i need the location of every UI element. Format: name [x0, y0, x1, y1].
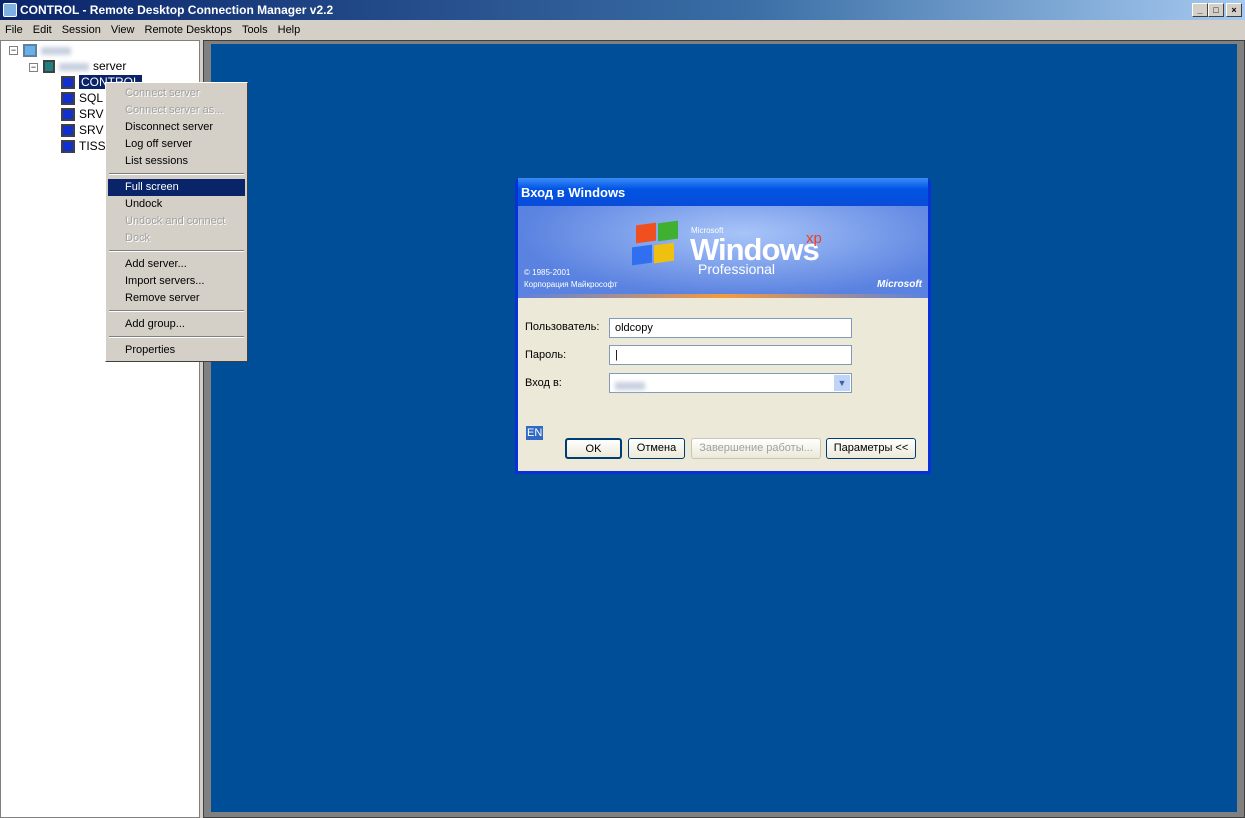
- menu-tools[interactable]: Tools: [237, 20, 273, 40]
- server-label: SQL: [79, 91, 104, 105]
- collapse-icon[interactable]: −: [9, 46, 18, 55]
- brand-edition: Professional: [698, 261, 776, 277]
- menu-remote-desktops[interactable]: Remote Desktops: [140, 20, 237, 40]
- cancel-button[interactable]: Отмена: [628, 438, 685, 459]
- server-label: TISS: [79, 139, 106, 153]
- collapse-icon[interactable]: −: [29, 63, 38, 72]
- context-item-undock-and-connect: Undock and connect: [125, 215, 226, 227]
- corporation: Корпорация Майкрософт: [524, 280, 618, 289]
- copyright: © 1985-2001: [524, 268, 571, 277]
- context-item-add-server[interactable]: Add server...: [108, 256, 245, 273]
- password-label: Пароль:: [525, 349, 567, 361]
- menu-separator: [109, 250, 244, 252]
- tree-server-srv2[interactable]: SRV: [61, 122, 103, 138]
- context-item-dock: Dock: [125, 232, 151, 244]
- menu-bar: File Edit Session View Remote Desktops Tools H…: [0, 20, 1245, 40]
- tree-server-sql[interactable]: SQL: [61, 90, 103, 106]
- group-name-blurred: [59, 62, 89, 71]
- context-item-remove-server[interactable]: Remove server: [108, 290, 245, 307]
- user-label: Пользователь:: [525, 321, 600, 333]
- maximize-button[interactable]: □: [1208, 3, 1224, 17]
- minimize-button[interactable]: _: [1192, 3, 1208, 17]
- shutdown-button: Завершение работы...: [691, 438, 821, 459]
- microsoft-logo: Microsoft: [877, 279, 922, 290]
- username-input[interactable]: oldcopy: [609, 318, 852, 338]
- domain-value-blurred: [615, 381, 645, 390]
- windows-logo-yellow: [654, 242, 674, 264]
- computer-icon: [61, 124, 75, 138]
- window-title: CONTROL - Remote Desktop Connection Mana…: [20, 3, 334, 17]
- domain-select[interactable]: ▼: [609, 373, 852, 393]
- menu-help[interactable]: Help: [273, 20, 306, 40]
- tree-root[interactable]: [23, 42, 75, 58]
- computer-icon: [61, 108, 75, 122]
- server-label: SRV: [79, 123, 104, 137]
- menu-file[interactable]: File: [0, 20, 28, 40]
- tree-group[interactable]: server: [43, 58, 126, 74]
- computer-icon: [61, 140, 75, 154]
- tree-server-tiss[interactable]: TISS: [61, 138, 106, 154]
- brand-xp: xp: [806, 230, 822, 247]
- context-menu: Connect server Connect server as... Discon…: [105, 82, 248, 362]
- menu-separator: [109, 336, 244, 338]
- context-item-log-off-server[interactable]: Log off server: [108, 136, 245, 153]
- context-item-disconnect-server[interactable]: Disconnect server: [108, 119, 245, 136]
- title-bar: CONTROL - Remote Desktop Connection Mana…: [0, 0, 1245, 20]
- menu-separator: [109, 173, 244, 175]
- chevron-down-icon[interactable]: ▼: [834, 375, 850, 391]
- menu-session[interactable]: Session: [57, 20, 106, 40]
- root-name-blurred: [41, 46, 71, 55]
- password-input[interactable]: |: [609, 345, 852, 365]
- menu-edit[interactable]: Edit: [28, 20, 57, 40]
- menu-view[interactable]: View: [106, 20, 140, 40]
- app-icon: [3, 3, 17, 17]
- tree-server-srv1[interactable]: SRV: [61, 106, 103, 122]
- options-button[interactable]: Параметры <<: [826, 438, 916, 459]
- close-button[interactable]: ×: [1226, 3, 1242, 17]
- context-item-import-servers[interactable]: Import servers...: [108, 273, 245, 290]
- windows-login-dialog: Вход в Windows Microsoft Windows xp Prof…: [515, 178, 931, 474]
- menu-separator: [109, 310, 244, 312]
- computer-icon: [61, 92, 75, 106]
- network-icon: [23, 44, 37, 58]
- ok-button[interactable]: OK: [565, 438, 622, 459]
- dialog-title: Вход в Windows: [518, 178, 928, 206]
- context-item-list-sessions[interactable]: List sessions: [108, 153, 245, 170]
- windows-logo-green: [658, 220, 678, 242]
- context-item-properties[interactable]: Properties: [108, 342, 245, 359]
- context-item-add-group[interactable]: Add group...: [108, 316, 245, 333]
- context-item-undock[interactable]: Undock: [108, 196, 245, 213]
- context-item-connect-server: Connect server: [125, 87, 200, 99]
- domain-label: Вход в:: [525, 377, 562, 389]
- server-label: SRV: [79, 107, 104, 121]
- group-icon: [43, 60, 55, 74]
- xp-banner: Microsoft Windows xp Professional © 1985…: [518, 206, 928, 298]
- language-indicator[interactable]: EN: [526, 426, 544, 440]
- windows-logo-blue: [632, 244, 652, 266]
- windows-logo-icon: [636, 222, 656, 244]
- context-item-connect-server-as: Connect server as...: [125, 104, 224, 116]
- group-label: server: [93, 59, 127, 73]
- computer-icon: [61, 76, 75, 90]
- context-item-full-screen[interactable]: Full screen: [108, 179, 245, 196]
